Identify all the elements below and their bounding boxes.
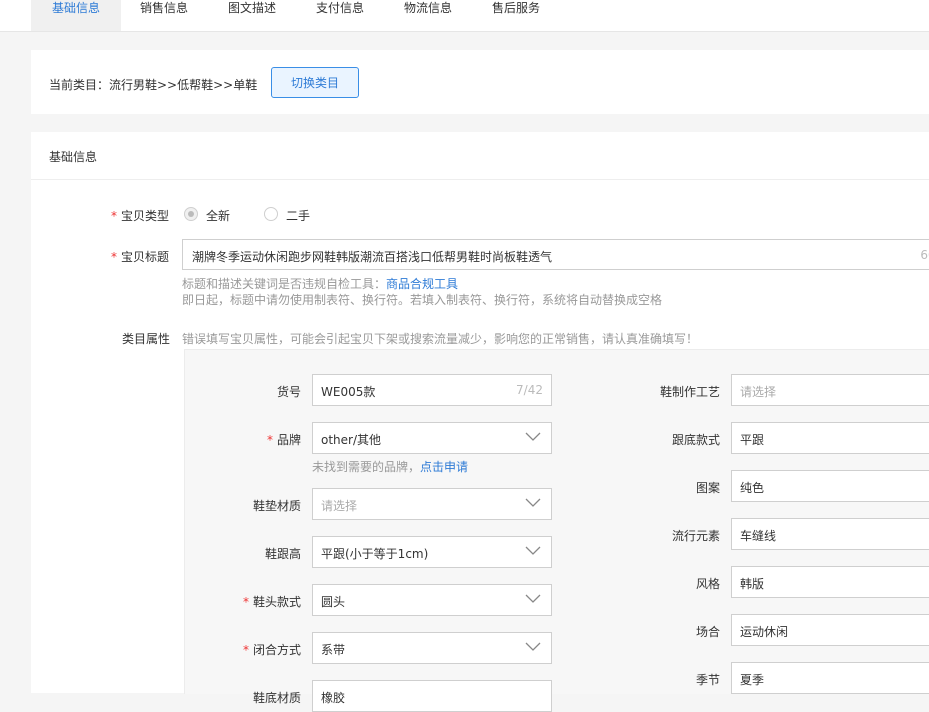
category-bar: 当前类目：流行男鞋>>低帮鞋>>单鞋 切换类目	[31, 50, 929, 114]
compliance-tool-link[interactable]: 商品合规工具	[386, 277, 458, 291]
chevron-down-icon	[525, 546, 541, 555]
attr-label-pattern: 图案	[696, 481, 721, 495]
attr-label-heel-height: 鞋跟高	[265, 547, 302, 561]
tab-basic-info[interactable]: 基础信息	[31, 0, 121, 31]
attr-label-occasion: 场合	[696, 625, 721, 639]
radio-used[interactable]	[264, 207, 278, 221]
tab-description[interactable]: 图文描述	[207, 0, 297, 31]
occasion-select[interactable]: 运动休闲	[731, 614, 929, 646]
insole-material-placeholder: 请选择	[321, 499, 358, 513]
category-attrs-label: 类目属性	[122, 332, 171, 346]
attr-label-toe-style: * 鞋头款式	[243, 595, 302, 609]
tab-logistics-info[interactable]: 物流信息	[383, 0, 473, 31]
radio-new-label[interactable]: 全新	[206, 207, 230, 224]
brand-select[interactable]: other/其他	[312, 422, 552, 454]
craft-select[interactable]: 请选择	[731, 374, 929, 406]
season-select[interactable]: 夏季	[731, 662, 929, 694]
attr-label-brand: * 品牌	[267, 433, 302, 447]
heel-style-value: 平跟	[740, 433, 765, 447]
item-no-count: 7/42	[516, 383, 543, 397]
chevron-down-icon	[525, 594, 541, 603]
panel-divider	[31, 179, 929, 180]
attr-label-style: 风格	[696, 577, 721, 591]
attributes-box: 货号 WE005款 7/42 * 品牌 other/其他 未找到需要的品牌，点击申…	[184, 349, 929, 712]
style-value: 韩版	[740, 577, 765, 591]
brand-value: other/其他	[321, 433, 382, 447]
insole-material-select[interactable]: 请选择	[312, 488, 552, 520]
item-title-label: * 宝贝标题	[111, 250, 170, 264]
item-title-value: 潮牌冬季运动休闲跑步网鞋韩版潮流百搭浅口低帮男鞋时尚板鞋透气	[192, 250, 553, 264]
top-tabs: 基础信息 销售信息 图文描述 支付信息 物流信息 售后服务	[0, 0, 929, 32]
pattern-select[interactable]: 纯色	[731, 470, 929, 502]
heel-style-select[interactable]: 平跟	[731, 422, 929, 454]
heel-height-value: 平跟(小于等于1cm)	[321, 547, 429, 561]
season-value: 夏季	[740, 673, 765, 687]
basic-info-panel: 基础信息 * 宝贝类型 全新 二手 * 宝贝标题 潮牌冬季运动休闲跑步网鞋韩版潮流百…	[31, 132, 929, 712]
toe-style-select[interactable]: 圆头	[312, 584, 552, 616]
item-title-input[interactable]: 潮牌冬季运动休闲跑步网鞋韩版潮流百搭浅口低帮男鞋时尚板鞋透气 60/60	[182, 239, 929, 270]
chevron-down-icon	[525, 498, 541, 507]
attr-label-craft: 鞋制作工艺	[660, 385, 721, 399]
item-title-count: 60/60	[920, 248, 929, 262]
occasion-value: 运动休闲	[740, 625, 789, 639]
sole-material-value: 橡胶	[321, 691, 346, 705]
attr-label-season: 季节	[696, 673, 721, 687]
apply-brand-link[interactable]: 点击申请	[420, 460, 468, 474]
sole-material-select[interactable]: 橡胶	[312, 680, 552, 712]
attr-label-heel-style: 跟底款式	[672, 433, 721, 447]
chevron-down-icon	[525, 642, 541, 651]
attr-label-insole-material: 鞋垫材质	[253, 499, 302, 513]
pattern-value: 纯色	[740, 481, 765, 495]
trend-element-value: 车缝线	[740, 529, 777, 543]
tab-after-sales[interactable]: 售后服务	[473, 0, 559, 31]
closure-value: 系带	[321, 643, 346, 657]
item-type-label: * 宝贝类型	[111, 209, 170, 223]
attr-label-item-no: 货号	[277, 385, 302, 399]
attr-label-trend-element: 流行元素	[672, 529, 721, 543]
attr-label-closure: * 闭合方式	[243, 643, 302, 657]
attr-label-sole-material: 鞋底材质	[253, 691, 302, 705]
radio-new[interactable]	[184, 207, 198, 221]
toe-style-value: 圆头	[321, 595, 346, 609]
title-hint-line2: 即日起，标题中请勿使用制表符、换行符。若填入制表符、换行符，系统将自动替换成空格	[182, 293, 663, 307]
heel-height-select[interactable]: 平跟(小于等于1cm)	[312, 536, 552, 568]
item-no-input[interactable]: WE005款 7/42	[312, 374, 552, 406]
radio-used-label[interactable]: 二手	[286, 207, 310, 224]
panel-title: 基础信息	[49, 150, 98, 164]
chevron-down-icon	[525, 432, 541, 441]
category-attrs-warning: 错误填写宝贝属性，可能会引起宝贝下架或搜索流量减少，影响您的正常销售，请认真准确…	[182, 332, 699, 346]
tab-sales-info[interactable]: 销售信息	[121, 0, 207, 31]
current-category-label: 当前类目：流行男鞋>>低帮鞋>>单鞋	[49, 78, 258, 92]
trend-element-select[interactable]: 车缝线	[731, 518, 929, 550]
item-no-value: WE005款	[321, 385, 376, 399]
style-select[interactable]: 韩版	[731, 566, 929, 598]
craft-placeholder: 请选择	[740, 385, 777, 399]
switch-category-button[interactable]: 切换类目	[271, 67, 359, 98]
brand-hint: 未找到需要的品牌，点击申请	[312, 460, 469, 474]
closure-select[interactable]: 系带	[312, 632, 552, 664]
title-hint-line1: 标题和描述关键词是否违规自检工具：商品合规工具	[182, 277, 459, 291]
tab-payment-info[interactable]: 支付信息	[297, 0, 383, 31]
